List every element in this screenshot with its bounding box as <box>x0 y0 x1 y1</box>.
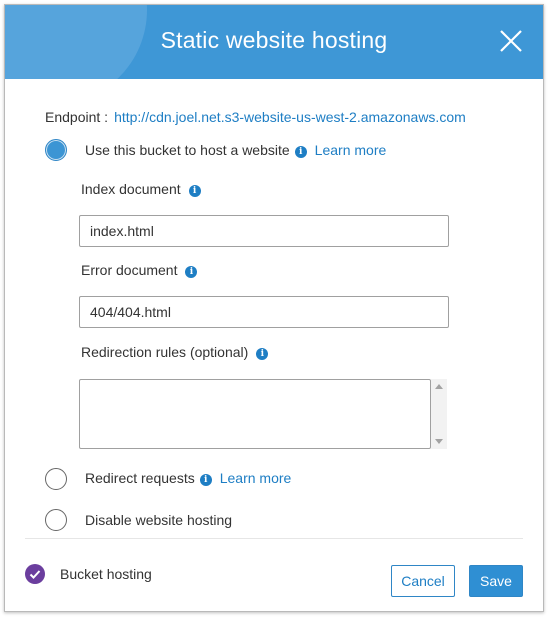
host-website-option: Use this bucket to host a website i Learn … <box>85 142 386 158</box>
disable-hosting-label: Disable website hosting <box>85 512 233 528</box>
redirect-requests-label: Redirect requests <box>85 470 195 486</box>
close-icon[interactable] <box>499 29 523 53</box>
footer-divider <box>25 538 523 539</box>
error-document-label: Error document <box>81 262 178 278</box>
scroll-up-arrow-icon[interactable] <box>435 384 443 389</box>
checkmark-glyph <box>29 570 41 579</box>
error-document-label-row: Error document i <box>81 262 198 278</box>
redirect-requests-option: Redirect requests i Learn more <box>85 470 291 486</box>
host-website-label: Use this bucket to host a website <box>85 142 290 158</box>
cancel-button[interactable]: Cancel <box>391 565 455 597</box>
endpoint-row: Endpoint : http://cdn.joel.net.s3-website… <box>45 109 466 125</box>
redirection-rules-label: Redirection rules (optional) <box>81 344 249 360</box>
scroll-down-arrow-icon[interactable] <box>435 439 443 444</box>
info-icon[interactable]: i <box>294 146 307 158</box>
host-website-learn-more-link[interactable]: Learn more <box>315 142 387 158</box>
dialog-header: Static website hosting <box>5 5 543 79</box>
dialog-title: Static website hosting <box>160 27 388 53</box>
host-website-radio[interactable] <box>45 139 67 161</box>
index-document-input[interactable] <box>79 215 449 247</box>
index-document-label: Index document <box>81 181 181 197</box>
dialog-body: Endpoint : http://cdn.joel.net.s3-website… <box>5 79 543 611</box>
info-icon[interactable]: i <box>256 348 269 360</box>
redirect-requests-learn-more-link[interactable]: Learn more <box>220 470 292 486</box>
static-website-hosting-dialog: Static website hosting Endpoint : http://… <box>4 4 544 612</box>
redirection-rules-label-row: Redirection rules (optional) i <box>81 344 269 360</box>
disable-hosting-radio[interactable] <box>45 509 67 531</box>
save-button[interactable]: Save <box>469 565 523 597</box>
info-icon[interactable]: i <box>185 266 198 278</box>
info-icon[interactable]: i <box>188 185 201 197</box>
textarea-scrollbar[interactable] <box>431 379 447 449</box>
bucket-hosting-status-label: Bucket hosting <box>60 566 152 582</box>
redirect-requests-radio[interactable] <box>45 468 67 490</box>
index-document-label-row: Index document i <box>81 181 201 197</box>
endpoint-label: Endpoint : <box>45 109 109 125</box>
check-icon <box>25 564 45 584</box>
error-document-input[interactable] <box>79 296 449 328</box>
redirection-rules-textarea[interactable] <box>79 379 431 449</box>
info-icon[interactable]: i <box>199 474 212 486</box>
endpoint-url-link[interactable]: http://cdn.joel.net.s3-website-us-west-2… <box>114 109 466 125</box>
